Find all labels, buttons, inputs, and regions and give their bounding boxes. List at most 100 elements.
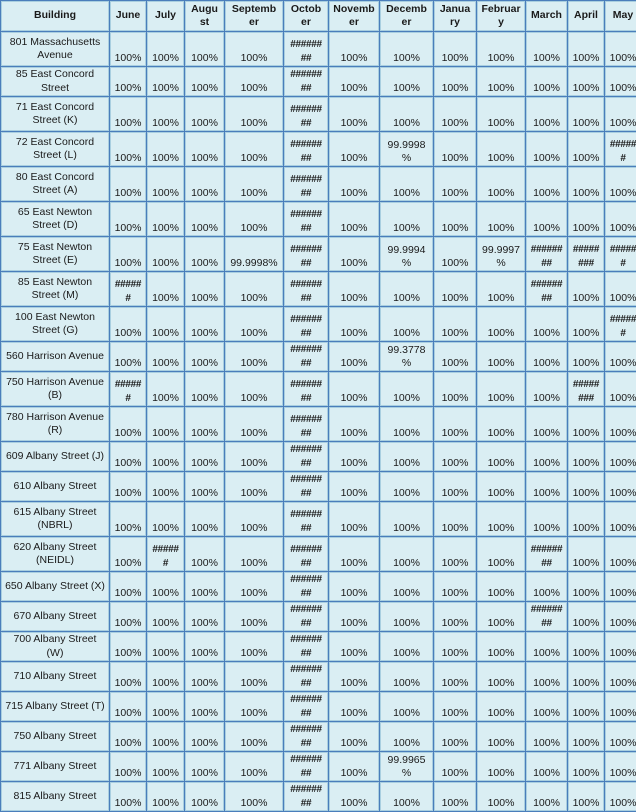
uptime-cell[interactable]: 100% — [147, 237, 184, 271]
uptime-cell[interactable]: 100% — [185, 372, 224, 406]
uptime-cell[interactable]: 100% — [225, 97, 283, 131]
uptime-cell[interactable]: 100% — [329, 722, 379, 751]
building-name-cell[interactable]: 750 Albany Street — [1, 722, 109, 751]
uptime-cell[interactable]: 100% — [434, 237, 476, 271]
uptime-cell[interactable]: 100% — [185, 442, 224, 471]
uptime-cell[interactable]: 100% — [147, 502, 184, 536]
uptime-cell[interactable]: 100% — [477, 572, 525, 601]
uptime-cell[interactable]: 100% — [605, 97, 636, 131]
uptime-cell[interactable]: 100% — [605, 372, 636, 406]
building-name-cell[interactable]: 72 East Concord Street (L) — [1, 132, 109, 166]
uptime-cell[interactable]: ###### — [110, 372, 146, 406]
uptime-cell[interactable]: ######## — [284, 97, 328, 131]
uptime-cell[interactable]: 100% — [329, 407, 379, 441]
uptime-cell[interactable]: 100% — [110, 67, 146, 96]
uptime-cell[interactable]: 100% — [110, 722, 146, 751]
uptime-cell[interactable]: 100% — [225, 632, 283, 661]
uptime-cell[interactable]: 100% — [110, 662, 146, 691]
uptime-cell[interactable]: 100% — [477, 272, 525, 306]
uptime-cell[interactable]: ###### — [110, 272, 146, 306]
uptime-cell[interactable]: 100% — [434, 752, 476, 781]
uptime-cell[interactable]: 100% — [568, 97, 604, 131]
uptime-cell[interactable]: 100% — [526, 32, 567, 66]
uptime-cell[interactable]: 100% — [526, 752, 567, 781]
uptime-cell[interactable]: 100% — [110, 752, 146, 781]
uptime-cell[interactable]: 100% — [329, 692, 379, 721]
uptime-cell[interactable]: 100% — [434, 662, 476, 691]
uptime-cell[interactable]: 100% — [434, 67, 476, 96]
uptime-cell[interactable]: 100% — [185, 407, 224, 441]
uptime-cell[interactable]: 100% — [568, 342, 604, 371]
uptime-cell[interactable]: 100% — [329, 602, 379, 631]
uptime-cell[interactable]: 100% — [605, 502, 636, 536]
uptime-cell[interactable]: 100% — [434, 97, 476, 131]
uptime-cell[interactable]: 100% — [110, 342, 146, 371]
uptime-cell[interactable]: 100% — [605, 692, 636, 721]
uptime-cell[interactable]: 99.9998% — [225, 237, 283, 271]
uptime-cell[interactable]: 100% — [110, 572, 146, 601]
uptime-cell[interactable]: 100% — [185, 662, 224, 691]
column-header-may[interactable]: May — [605, 1, 636, 31]
uptime-cell[interactable]: 100% — [477, 307, 525, 341]
uptime-cell[interactable]: 100% — [329, 632, 379, 661]
uptime-cell[interactable]: 100% — [568, 572, 604, 601]
uptime-cell[interactable]: 100% — [526, 472, 567, 501]
uptime-cell[interactable]: 100% — [434, 537, 476, 571]
uptime-cell[interactable]: 100% — [110, 202, 146, 236]
uptime-cell[interactable]: 100% — [434, 722, 476, 751]
uptime-cell[interactable]: 100% — [526, 722, 567, 751]
uptime-cell[interactable]: 100% — [147, 692, 184, 721]
uptime-cell[interactable]: 100% — [225, 472, 283, 501]
uptime-cell[interactable]: 100% — [225, 752, 283, 781]
uptime-cell[interactable]: ######## — [284, 632, 328, 661]
building-name-cell[interactable]: 615 Albany Street (NBRL) — [1, 502, 109, 536]
uptime-cell[interactable]: 100% — [477, 502, 525, 536]
uptime-cell[interactable]: ######## — [284, 602, 328, 631]
uptime-cell[interactable]: 100% — [185, 237, 224, 271]
uptime-cell[interactable]: 100% — [225, 167, 283, 201]
column-header-october[interactable]: October — [284, 1, 328, 31]
uptime-cell[interactable]: 100% — [568, 407, 604, 441]
uptime-cell[interactable]: 100% — [225, 782, 283, 811]
uptime-cell[interactable]: 100% — [526, 202, 567, 236]
uptime-cell[interactable]: 100% — [185, 722, 224, 751]
uptime-cell[interactable]: 100% — [526, 632, 567, 661]
uptime-cell[interactable]: 100% — [225, 67, 283, 96]
uptime-cell[interactable]: 100% — [568, 472, 604, 501]
building-name-cell[interactable]: 71 East Concord Street (K) — [1, 97, 109, 131]
uptime-cell[interactable]: 100% — [434, 202, 476, 236]
uptime-cell[interactable]: 100% — [185, 272, 224, 306]
uptime-cell[interactable]: 100% — [605, 32, 636, 66]
uptime-cell[interactable]: 100% — [380, 572, 433, 601]
column-header-january[interactable]: January — [434, 1, 476, 31]
uptime-cell[interactable]: 100% — [329, 67, 379, 96]
uptime-cell[interactable]: 100% — [526, 692, 567, 721]
uptime-cell[interactable]: 100% — [434, 167, 476, 201]
uptime-cell[interactable]: 100% — [380, 537, 433, 571]
uptime-cell[interactable]: 100% — [526, 407, 567, 441]
uptime-cell[interactable]: 100% — [185, 32, 224, 66]
column-header-december[interactable]: December — [380, 1, 433, 31]
uptime-cell[interactable]: 100% — [434, 407, 476, 441]
uptime-cell[interactable]: 100% — [185, 202, 224, 236]
column-header-april[interactable]: April — [568, 1, 604, 31]
uptime-cell[interactable]: 100% — [225, 272, 283, 306]
uptime-cell[interactable]: 100% — [380, 602, 433, 631]
uptime-cell[interactable]: 100% — [434, 632, 476, 661]
uptime-cell[interactable]: 100% — [568, 167, 604, 201]
uptime-cell[interactable]: 100% — [147, 442, 184, 471]
uptime-cell[interactable]: ######## — [284, 32, 328, 66]
uptime-cell[interactable]: ######## — [284, 502, 328, 536]
building-name-cell[interactable]: 715 Albany Street (T) — [1, 692, 109, 721]
uptime-cell[interactable]: 100% — [477, 202, 525, 236]
uptime-cell[interactable]: ######## — [284, 407, 328, 441]
column-header-february[interactable]: February — [477, 1, 525, 31]
uptime-cell[interactable]: 100% — [568, 692, 604, 721]
uptime-cell[interactable]: 100% — [329, 572, 379, 601]
uptime-cell[interactable]: ######## — [284, 662, 328, 691]
uptime-cell[interactable]: 100% — [568, 632, 604, 661]
uptime-cell[interactable]: 100% — [526, 442, 567, 471]
uptime-cell[interactable]: 100% — [477, 342, 525, 371]
uptime-cell[interactable]: 100% — [605, 602, 636, 631]
uptime-cell[interactable]: 100% — [225, 722, 283, 751]
